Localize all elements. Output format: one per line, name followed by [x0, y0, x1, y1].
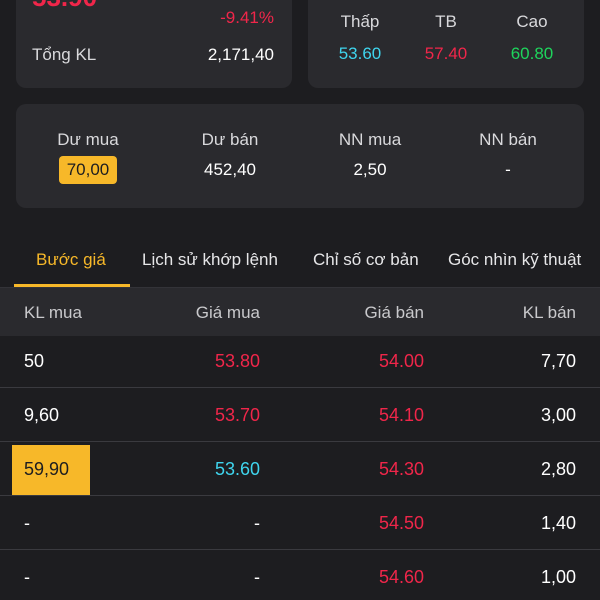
range-low: Thấp 53.60: [320, 12, 400, 64]
header-bid-volume: KL mua: [24, 303, 82, 322]
depth-bid-surplus-value: 70,00: [58, 156, 118, 184]
total-volume-value: 2,171,40: [207, 45, 274, 64]
bid-price: 53.60: [214, 459, 260, 479]
tab-bar: Bước giá Lịch sử khớp lệnh Chỉ số cơ bản…: [0, 236, 600, 288]
depth-ask-surplus-label: Dư bán: [201, 130, 259, 149]
ask-volume: 7,70: [540, 351, 576, 371]
depth-foreign-buy-value: 2,50: [353, 160, 387, 179]
bid-price: -: [254, 513, 260, 533]
change-percent: -9.41%: [220, 8, 274, 27]
range-avg-label: TB: [435, 12, 457, 31]
bid-price: 53.70: [214, 405, 260, 425]
header-ask-price: Giá bán: [364, 303, 424, 322]
ask-volume: 1,00: [540, 567, 576, 587]
range-avg: TB 57.40: [406, 12, 486, 64]
tab-fundamentals[interactable]: Chỉ số cơ bản: [313, 250, 419, 270]
depth-foreign-sell: NN bán -: [438, 130, 578, 180]
ask-volume: 3,00: [540, 405, 576, 425]
depth-foreign-sell-label: NN bán: [479, 130, 537, 149]
price-range-card: Thấp 53.60 TB 57.40 Cao 60.80: [308, 0, 584, 88]
table-row[interactable]: 9,60 53.70 54.10 3,00: [0, 390, 600, 442]
depth-foreign-sell-value: -: [505, 160, 511, 179]
header-bid-price: Giá mua: [195, 303, 260, 322]
bid-volume: -: [24, 513, 30, 533]
bid-price: -: [254, 567, 260, 587]
range-high-value: 60.80: [510, 44, 554, 63]
ask-price: 54.00: [378, 351, 424, 371]
bid-volume: 9,60: [24, 405, 60, 425]
ask-volume: 2,80: [540, 459, 576, 479]
order-book-header: KL mua Giá mua Giá bán KL bán: [0, 288, 600, 336]
depth-ask-surplus: Dư bán 452,40: [160, 130, 300, 180]
tab-match-history[interactable]: Lịch sử khớp lệnh: [142, 250, 278, 270]
price-summary-card: 53.90 -9.41% Tổng KL 2,171,40: [16, 0, 292, 88]
depth-foreign-buy-label: NN mua: [338, 130, 402, 149]
range-low-value: 53.60: [338, 44, 382, 63]
tab-price-steps[interactable]: Bước giá: [36, 250, 106, 270]
bid-price: 53.80: [214, 351, 260, 371]
total-volume-label: Tổng KL: [32, 45, 97, 64]
ask-volume: 1,40: [540, 513, 576, 533]
range-low-label: Thấp: [340, 12, 380, 31]
depth-bid-surplus-label: Dư mua: [57, 130, 119, 149]
range-high: Cao 60.80: [492, 12, 572, 64]
bid-volume: -: [24, 567, 30, 587]
market-depth-card: Dư mua 70,00 Dư bán 452,40 NN mua 2,50 N…: [16, 104, 584, 208]
table-row[interactable]: 50 53.80 54.00 7,70: [0, 336, 600, 388]
tab-technical-view[interactable]: Góc nhìn kỹ thuật: [448, 250, 581, 270]
depth-foreign-buy: NN mua 2,50: [300, 130, 440, 180]
bid-volume: 59,90: [24, 459, 70, 479]
ask-price: 54.60: [378, 567, 424, 587]
ask-price: 54.10: [378, 405, 424, 425]
table-row[interactable]: 59,90 53.60 54.30 2,80: [0, 444, 600, 496]
header-ask-volume: KL bán: [522, 303, 576, 322]
bid-volume: 50: [24, 351, 45, 371]
active-tab-indicator: [14, 284, 130, 287]
depth-ask-surplus-value: 452,40: [204, 160, 256, 179]
range-avg-value: 57.40: [424, 44, 468, 63]
depth-bid-surplus: Dư mua 70,00: [18, 130, 158, 184]
current-price: 53.90: [32, 0, 97, 13]
ask-price: 54.30: [378, 459, 424, 479]
table-row[interactable]: - - 54.50 1,40: [0, 498, 600, 550]
table-row[interactable]: - - 54.60 1,00: [0, 552, 600, 600]
range-high-label: Cao: [516, 12, 548, 31]
ask-price: 54.50: [378, 513, 424, 533]
